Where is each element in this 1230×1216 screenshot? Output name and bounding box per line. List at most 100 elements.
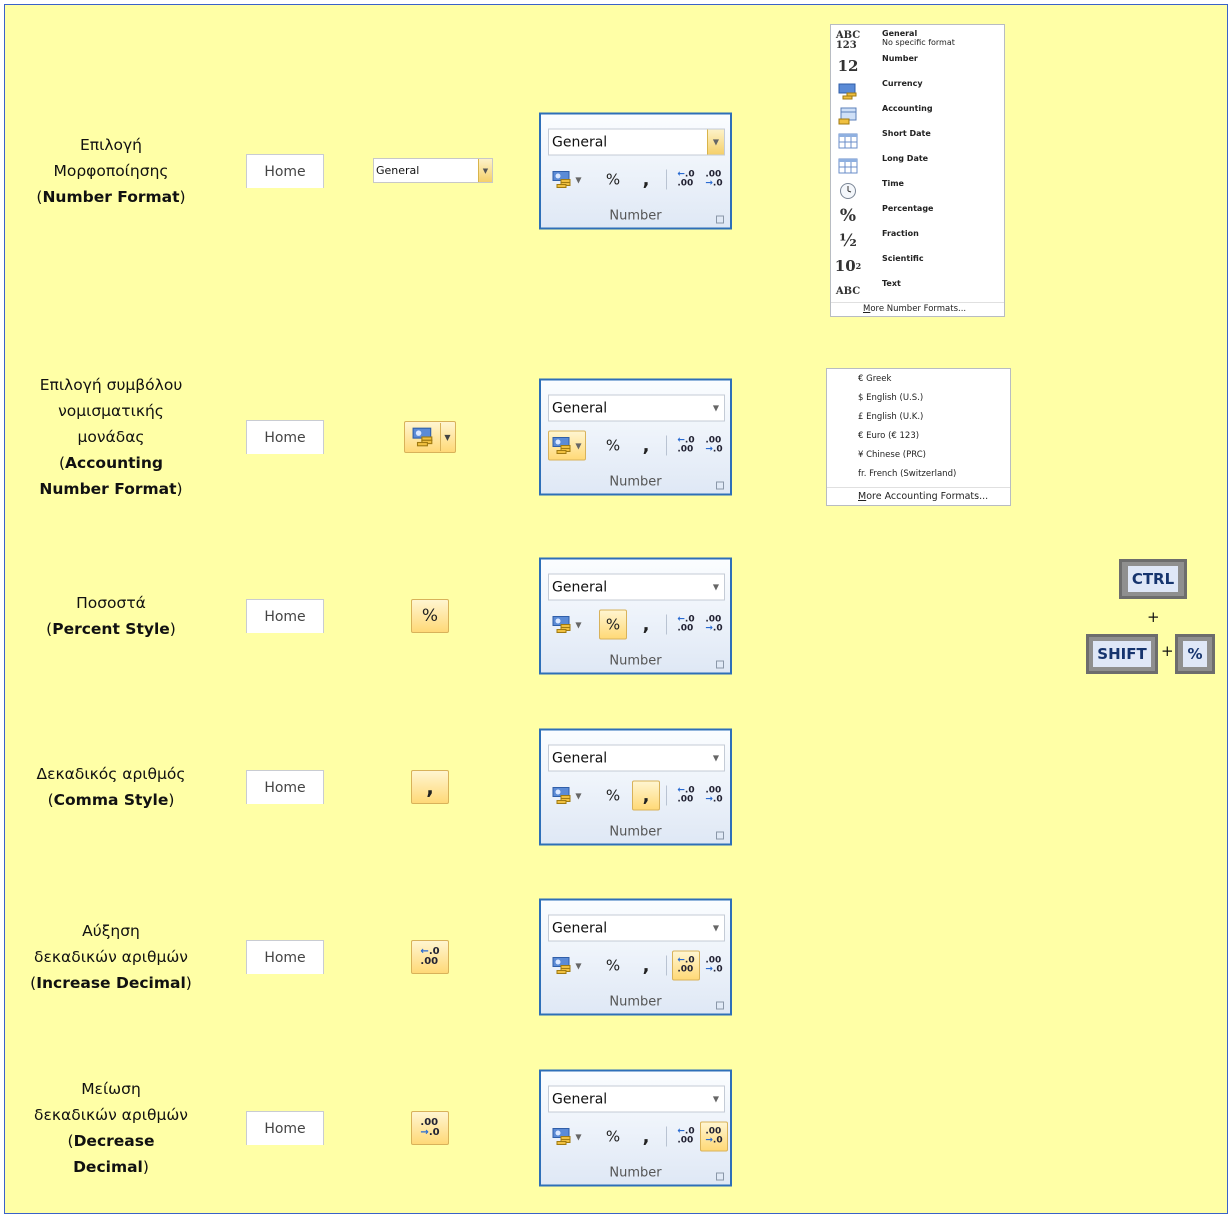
menu-item-accounting[interactable]: Accounting (831, 103, 1004, 128)
number-format-dropdown[interactable]: General ▼ (373, 158, 493, 183)
increase-decimal-button[interactable]: ←.0.00 (672, 431, 700, 461)
dialog-launcher-icon[interactable] (716, 215, 724, 224)
chevron-down-icon[interactable]: ▼ (708, 575, 724, 600)
home-tab[interactable]: Home (246, 599, 324, 633)
menu-item-percentage[interactable]: % Percentage (831, 203, 1004, 228)
accounting-icon (552, 957, 571, 974)
accounting-format-button[interactable]: ▼ (548, 781, 586, 811)
chevron-down-icon[interactable]: ▼ (708, 916, 724, 941)
dialog-launcher-icon[interactable] (716, 1172, 724, 1181)
decrease-decimal-button[interactable]: .00 →.0 (700, 610, 728, 640)
chevron-down-icon[interactable]: ▼ (439, 423, 455, 451)
row-description: Επιλογή συμβόλου νομισματικής μονάδας (A… (39, 376, 183, 498)
increase-decimal-button[interactable]: ←.0.00 (672, 610, 700, 640)
menu-item-chinese[interactable]: ¥ Chinese (PRC) (858, 450, 926, 460)
number-format-menu: ABC 123 General No specific format 12 Number… (830, 24, 1005, 317)
ctrl-key: CTRL (1119, 559, 1187, 599)
decrease-decimal-button[interactable]: .00 →.0 (700, 165, 728, 195)
increase-decimal-icon: ←.0.00 (677, 785, 695, 805)
decrease-decimal-button[interactable]: .00 →.0 (700, 951, 728, 981)
number-format-combo[interactable]: General ▼ (548, 744, 725, 772)
number-format-combo[interactable]: General ▼ (548, 573, 725, 601)
comma-style-button[interactable]: , (632, 165, 660, 195)
chevron-down-icon[interactable]: ▼ (478, 159, 492, 182)
more-accounting-formats-link[interactable]: More Accounting Formats... (827, 487, 1010, 505)
home-tab[interactable]: Home (246, 1111, 324, 1145)
decrease-decimal-icon: .00 →.0 (705, 435, 723, 455)
decrease-decimal-button[interactable]: .00 →.0 (411, 1111, 449, 1145)
chevron-down-icon[interactable]: ▼ (708, 396, 724, 421)
comma-style-button[interactable]: , (411, 770, 449, 804)
comma-style-button[interactable]: , (632, 951, 660, 981)
row-description: Δεκαδικός αριθμός (Comma Style) (36, 765, 186, 809)
decrease-decimal-button[interactable]: .00 →.0 (700, 781, 728, 811)
combo-value: General (552, 750, 608, 766)
increase-decimal-button[interactable]: ←.0.00 (411, 940, 449, 974)
percent-key: % (1175, 634, 1215, 674)
number-format-combo[interactable]: General ▼ (548, 914, 725, 942)
home-tab[interactable]: Home (246, 420, 324, 454)
percent-style-button[interactable]: % (599, 431, 627, 461)
menu-item-time[interactable]: Time (831, 178, 1004, 203)
number-format-combo[interactable]: General ▼ (548, 394, 725, 422)
chevron-down-icon[interactable]: ▼ (708, 746, 724, 771)
more-number-formats-link[interactable]: More Number Formats... (831, 302, 1004, 316)
menu-item-number[interactable]: 12 Number (831, 53, 1004, 78)
percent-style-button[interactable]: % (599, 781, 627, 811)
combo-value: General (552, 134, 608, 150)
decrease-decimal-button[interactable]: .00 →.0 (700, 1121, 728, 1152)
menu-item-short-date[interactable]: Short Date (831, 128, 1004, 153)
comma-style-button[interactable]: , (632, 610, 660, 640)
menu-item-english-us[interactable]: $ English (U.S.) (858, 393, 923, 403)
chevron-down-icon[interactable]: ▼ (708, 1087, 724, 1112)
number-format-combo[interactable]: General ▼ (548, 128, 725, 156)
accounting-format-button[interactable]: ▼ (548, 165, 586, 195)
increase-decimal-button[interactable]: ←.0.00 (672, 781, 700, 811)
chevron-down-icon[interactable]: ▼ (707, 129, 724, 155)
decrease-decimal-icon: .00 →.0 (420, 1117, 440, 1138)
dialog-launcher-icon[interactable] (716, 481, 724, 490)
comma-style-button[interactable]: , (632, 431, 660, 461)
menu-item-currency[interactable]: Currency (831, 78, 1004, 103)
percent-style-button[interactable]: % (599, 951, 627, 981)
increase-decimal-icon: ←.0.00 (677, 1126, 695, 1146)
currency-icon (835, 80, 861, 102)
shift-key: SHIFT (1086, 634, 1158, 674)
percentage-icon: % (839, 206, 857, 226)
menu-item-greek[interactable]: € Greek (858, 374, 891, 384)
accounting-icon (552, 171, 571, 188)
percent-style-button[interactable]: % (599, 165, 627, 195)
accounting-format-button[interactable]: ▼ (548, 430, 586, 461)
accounting-icon (552, 616, 571, 633)
dialog-launcher-icon[interactable] (716, 831, 724, 840)
decrease-decimal-button[interactable]: .00 →.0 (700, 431, 728, 461)
menu-item-fraction[interactable]: ½ Fraction (831, 228, 1004, 253)
home-tab[interactable]: Home (246, 154, 324, 188)
dialog-launcher-icon[interactable] (716, 660, 724, 669)
menu-item-french-switzerland[interactable]: fr. French (Switzerland) (858, 469, 956, 479)
dialog-launcher-icon[interactable] (716, 1001, 724, 1010)
increase-decimal-button[interactable]: ←.0.00 (672, 950, 700, 981)
menu-item-english-uk[interactable]: £ English (U.K.) (858, 412, 923, 422)
group-label: Number (609, 474, 662, 490)
number-format-combo[interactable]: General ▼ (548, 1085, 725, 1113)
comma-style-button[interactable]: , (632, 780, 660, 811)
comma-style-button[interactable]: , (632, 1122, 660, 1152)
menu-item-euro[interactable]: € Euro (€ 123) (858, 431, 919, 441)
percent-style-button[interactable]: % (599, 1122, 627, 1152)
percent-style-button[interactable]: % (599, 609, 627, 640)
combo-value: General (552, 400, 608, 416)
accounting-format-button[interactable]: ▼ (548, 1122, 586, 1152)
home-tab[interactable]: Home (246, 770, 324, 804)
increase-decimal-button[interactable]: ←.0.00 (672, 1122, 700, 1152)
increase-decimal-button[interactable]: ←.0.00 (672, 165, 700, 195)
menu-item-long-date[interactable]: Long Date (831, 153, 1004, 178)
percent-style-button[interactable]: % (411, 599, 449, 633)
accounting-format-button[interactable]: ▼ (548, 951, 586, 981)
menu-item-general[interactable]: ABC 123 General No specific format (831, 28, 1004, 53)
home-tab[interactable]: Home (246, 940, 324, 974)
accounting-format-button[interactable]: ▼ (548, 610, 586, 640)
menu-item-scientific[interactable]: 10 2 Scientific (831, 253, 1004, 278)
accounting-format-button[interactable]: ▼ (404, 421, 456, 453)
menu-item-text[interactable]: ABC Text (831, 278, 1004, 303)
